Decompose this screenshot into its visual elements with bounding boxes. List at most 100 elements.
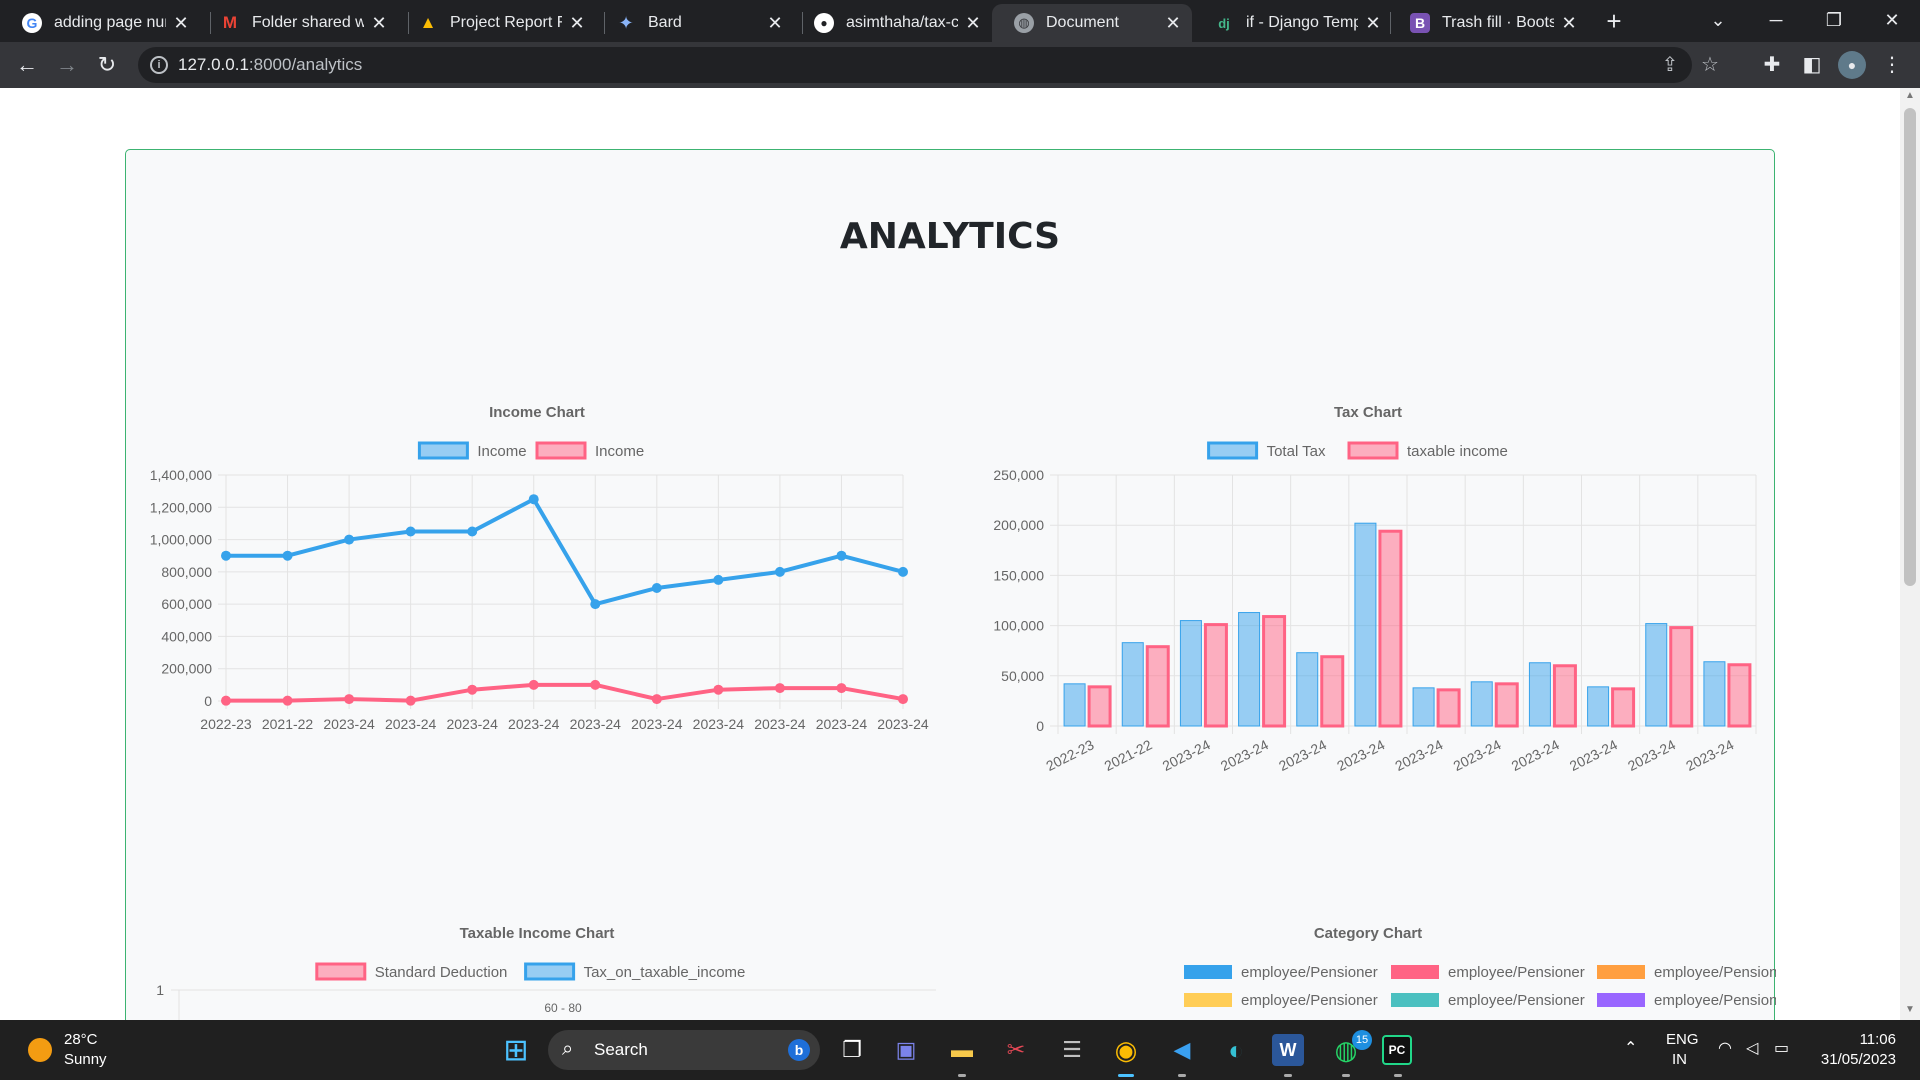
bar — [1179, 620, 1202, 727]
bar — [1121, 642, 1144, 727]
legend-label: employee/Pensioner — [1241, 992, 1378, 1009]
volume-icon[interactable]: ◁ — [1746, 1038, 1758, 1058]
x-tick-label: 2023-24 — [693, 716, 745, 732]
profile-avatar[interactable]: ● — [1838, 51, 1866, 79]
tab-search-chevron-icon[interactable]: ⌄ — [1690, 0, 1746, 42]
database-icon[interactable]: ☰ — [1052, 1030, 1092, 1070]
chart-title: Category Chart — [1314, 925, 1422, 942]
url-text[interactable]: 127.0.0.1:8000/analytics — [178, 55, 362, 75]
x-tick-label: 2022-23 — [200, 716, 252, 732]
x-tick-label: 2023-24 — [631, 716, 683, 732]
close-tab-icon[interactable]: ✕ — [964, 13, 982, 34]
snipping-tool-icon[interactable]: ✂ — [996, 1030, 1036, 1070]
close-tab-icon[interactable]: ✕ — [1364, 13, 1382, 34]
task-view-icon[interactable]: ❐ — [832, 1030, 872, 1070]
github-icon: ● — [814, 13, 834, 33]
close-tab-icon[interactable]: ✕ — [370, 13, 388, 34]
whatsapp-badge: 15 — [1352, 1030, 1372, 1050]
legend-swatch — [1597, 965, 1645, 979]
site-info-icon[interactable]: i — [150, 56, 168, 74]
tab-bootstrap[interactable]: B Trash fill · Bootstr ✕ — [1388, 4, 1588, 42]
reload-button[interactable]: ↻ — [92, 50, 122, 80]
bookmark-star-icon[interactable]: ☆ — [1698, 53, 1722, 77]
google-drive-icon: ▲ — [419, 13, 437, 32]
close-tab-icon[interactable]: ✕ — [1560, 13, 1578, 34]
legend-swatch — [535, 441, 587, 460]
close-tab-icon[interactable]: ✕ — [766, 13, 784, 34]
battery-icon[interactable]: ▭ — [1774, 1038, 1789, 1058]
word-icon[interactable]: W — [1272, 1034, 1304, 1066]
tab-bard[interactable]: ✦ Bard ✕ — [594, 4, 794, 42]
x-tick-label: 2023-24 — [1334, 736, 1387, 774]
analytics-panel: ANALYTICS Income Chart Income Income 1,400,… — [125, 149, 1776, 1020]
bar — [1354, 522, 1377, 727]
address-bar[interactable]: i 127.0.0.1:8000/analytics ⇪ ☆ — [138, 47, 1719, 83]
scroll-up-arrow-icon[interactable]: ▲ — [1900, 90, 1920, 104]
windows-start-icon[interactable]: ⊞ — [496, 1030, 536, 1070]
vscode-icon[interactable]: ◀ — [1162, 1030, 1202, 1070]
series-line — [226, 497, 904, 607]
x-tick-label: 2023-24 — [385, 716, 437, 732]
tab-django[interactable]: dj if - Django Templ ✕ — [1192, 4, 1392, 42]
legend-swatch — [524, 962, 576, 981]
more-menu-icon[interactable]: ⋮ — [1878, 51, 1906, 79]
x-tick-label: 2023-24 — [1567, 736, 1620, 774]
bar — [1063, 683, 1086, 727]
clock-date[interactable]: 31/05/2023 — [1821, 1051, 1896, 1068]
input-language[interactable]: ENG — [1666, 1031, 1699, 1048]
tax-chart: Tax Chart Total Tax taxable income 250,000 2… — [993, 404, 1757, 774]
tab-folder-shared[interactable]: M Folder shared wit ✕ — [198, 4, 398, 42]
data-point — [221, 550, 231, 561]
page-scrollbar[interactable]: ▲ ▼ — [1900, 88, 1920, 1020]
tab-github[interactable]: ● asimthaha/tax-ca ✕ — [792, 4, 992, 42]
input-region[interactable]: IN — [1672, 1051, 1687, 1068]
data-point — [836, 550, 847, 561]
share-icon[interactable]: ⇪ — [1658, 53, 1682, 77]
teams-chat-icon[interactable]: ▣ — [886, 1030, 926, 1070]
bar — [1378, 529, 1403, 728]
tab-adding-page-num[interactable]: G adding page num ✕ — [0, 4, 200, 42]
tab-title: Bard — [648, 14, 682, 31]
browser-toolbar: ← → ↻ i 127.0.0.1:8000/analytics ⇪ ☆ ✚ ◧… — [0, 42, 1920, 88]
close-tab-icon[interactable]: ✕ — [1164, 13, 1182, 34]
url-path: :8000/analytics — [248, 55, 363, 74]
weather-condition[interactable]: Sunny — [64, 1051, 107, 1068]
close-window-button[interactable]: ✕ — [1864, 0, 1920, 42]
x-tick-label: 2023-24 — [1160, 736, 1213, 774]
scroll-down-arrow-icon[interactable]: ▼ — [1900, 1004, 1920, 1018]
browser-tab-strip: G adding page num ✕ M Folder shared wit … — [0, 0, 1920, 42]
back-button[interactable]: ← — [12, 50, 42, 80]
new-tab-button[interactable]: + — [1598, 6, 1630, 38]
legend-label: Income — [595, 443, 644, 460]
bar — [1611, 687, 1636, 728]
sun-icon[interactable] — [28, 1038, 52, 1062]
tab-document[interactable]: ◍ Document ✕ — [992, 4, 1192, 42]
clock-time[interactable]: 11:06 — [1860, 1031, 1896, 1048]
side-panel-icon[interactable]: ◧ — [1798, 51, 1826, 79]
close-tab-icon[interactable]: ✕ — [172, 13, 190, 34]
y-tick-label: 1,400,000 — [150, 467, 212, 483]
show-hidden-icons-chevron-icon[interactable]: ⌃ — [1624, 1038, 1637, 1058]
extensions-icon[interactable]: ✚ — [1758, 51, 1786, 79]
y-tick-label: 250,000 — [993, 467, 1044, 483]
bing-icon[interactable]: b — [788, 1039, 810, 1061]
wifi-icon[interactable]: ◠ — [1718, 1038, 1732, 1058]
legend-label: employee/Pensioner — [1241, 964, 1378, 981]
edge-icon[interactable]: ◐ — [1216, 1030, 1256, 1070]
data-point — [467, 684, 478, 695]
legend-swatch — [1597, 993, 1645, 1007]
forward-button[interactable]: → — [52, 50, 82, 80]
running-indicator — [1284, 1074, 1292, 1077]
pycharm-icon[interactable]: PC — [1382, 1035, 1412, 1065]
scroll-thumb[interactable] — [1904, 108, 1916, 586]
tab-project-report[interactable]: ▲ Project Report Fo ✕ — [396, 4, 596, 42]
minimize-button[interactable]: ─ — [1748, 0, 1804, 42]
close-tab-icon[interactable]: ✕ — [568, 13, 586, 34]
chrome-icon[interactable]: ◉ — [1106, 1030, 1146, 1070]
django-icon: dj — [1218, 15, 1230, 31]
restore-button[interactable]: ❐ — [1806, 0, 1862, 42]
file-explorer-icon[interactable]: ▬ — [942, 1030, 982, 1070]
bar — [1494, 682, 1519, 728]
taskbar-search[interactable]: ⌕ Search b — [548, 1030, 820, 1070]
weather-temperature[interactable]: 28°C — [64, 1031, 98, 1048]
